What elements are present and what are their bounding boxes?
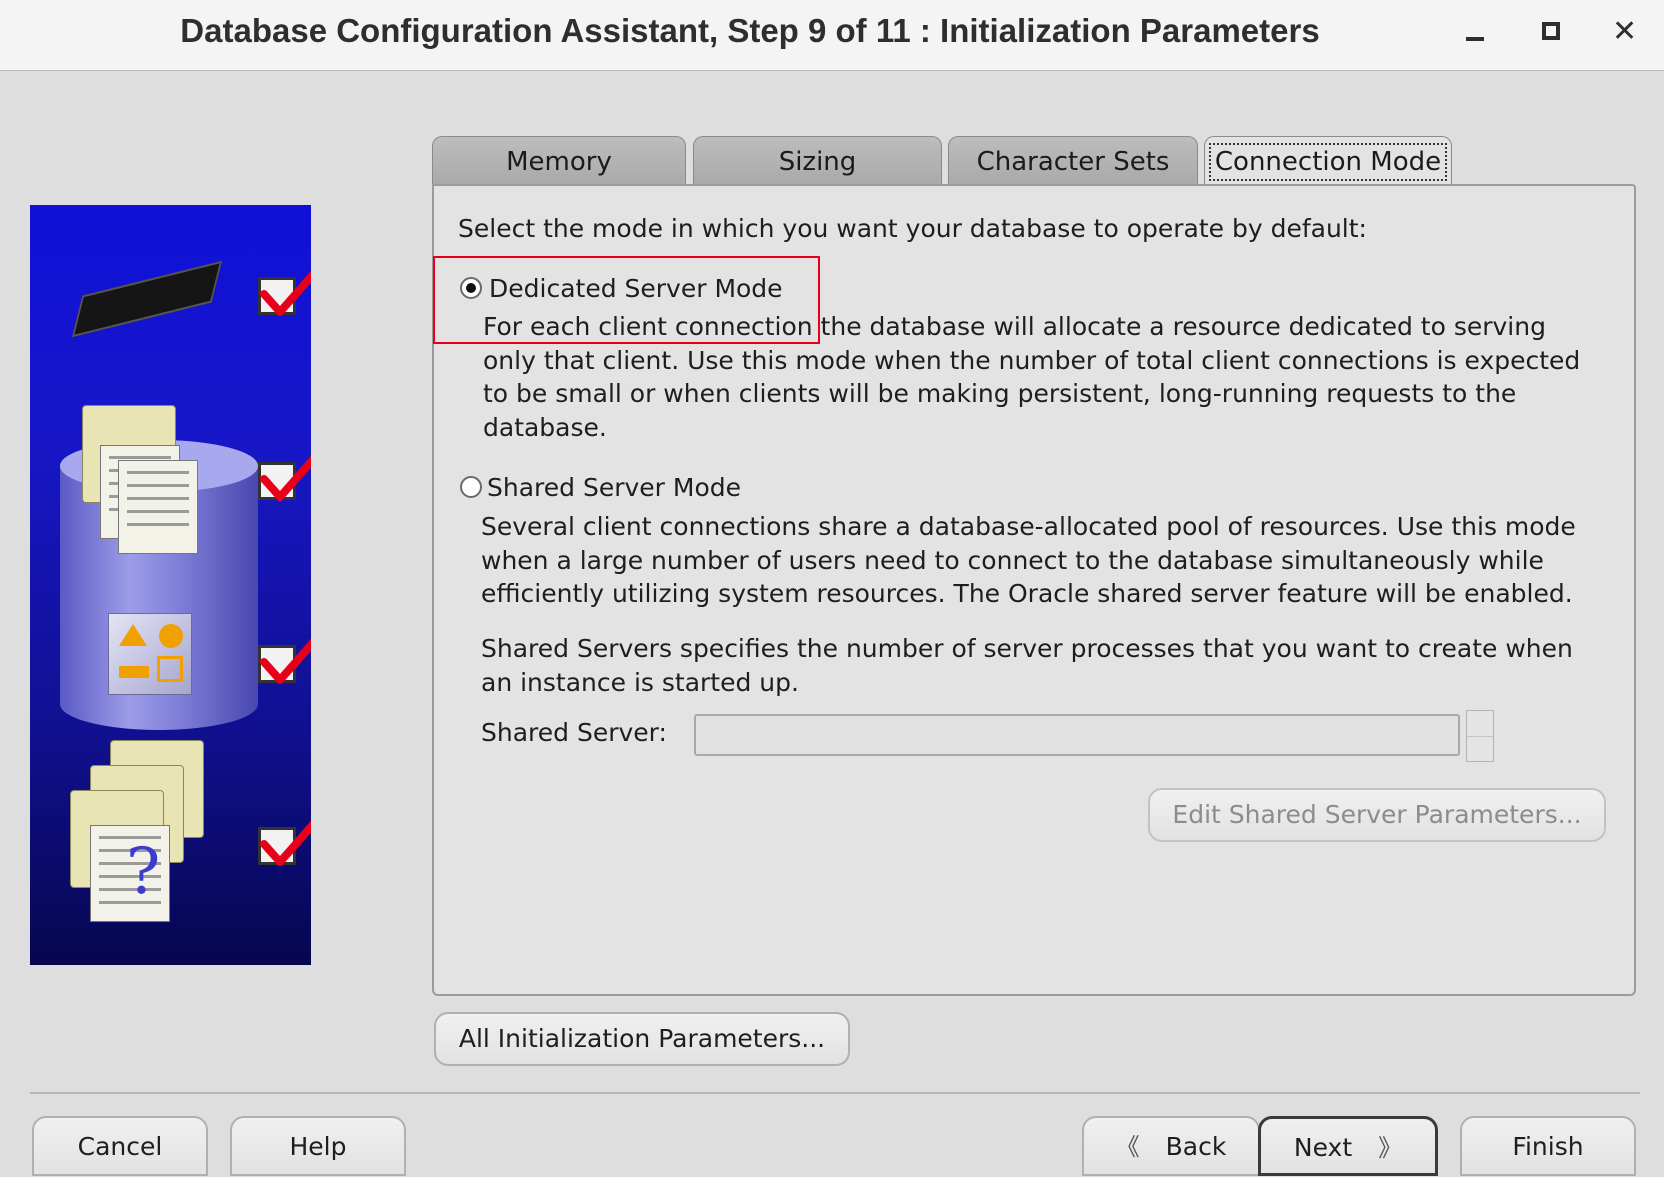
checkbox-checked-icon xyxy=(258,638,311,684)
shared-server-description: Several client connections share a datab… xyxy=(481,512,1576,608)
next-button-label: Next xyxy=(1293,1133,1353,1162)
back-button[interactable]: 《 Back xyxy=(1082,1116,1260,1176)
shared-server-radio[interactable] xyxy=(460,476,482,498)
checkbox-checked-icon xyxy=(258,455,311,501)
next-button[interactable]: Next 》 xyxy=(1258,1116,1438,1176)
footer-separator xyxy=(30,1092,1640,1094)
question-mark-icon: ? xyxy=(126,835,161,909)
finish-button[interactable]: Finish xyxy=(1460,1116,1636,1176)
shared-server-label[interactable]: Shared Server Mode xyxy=(487,471,741,504)
annotation-highlight-box xyxy=(433,256,820,344)
title-bar: Database Configuration Assistant, Step 9… xyxy=(0,0,1664,71)
tab-sizing[interactable]: Sizing xyxy=(693,136,942,185)
close-icon: ✕ xyxy=(1612,14,1638,49)
shared-servers-note: Shared Servers specifies the number of s… xyxy=(481,634,1573,697)
tab-memory[interactable]: Memory xyxy=(432,136,686,185)
tab-connection-mode-label: Connection Mode xyxy=(1208,143,1448,181)
shared-server-spinner[interactable] xyxy=(1466,710,1494,762)
shared-server-field-label: Shared Server: xyxy=(481,718,667,747)
chevron-left-icon: 《 xyxy=(1115,1133,1140,1161)
prompt-text: Select the mode in which you want your d… xyxy=(458,214,1367,243)
maximize-button[interactable] xyxy=(1526,10,1576,54)
help-button[interactable]: Help xyxy=(230,1116,406,1176)
checkbox-checked-icon xyxy=(258,820,311,866)
tab-connection-mode[interactable]: Connection Mode xyxy=(1204,136,1452,187)
tab-character-sets[interactable]: Character Sets xyxy=(948,136,1198,185)
wizard-illustration: ? xyxy=(30,205,311,965)
shapes-icon xyxy=(108,613,192,695)
window-title: Database Configuration Assistant, Step 9… xyxy=(180,12,1320,49)
all-initialization-parameters-button[interactable]: All Initialization Parameters... xyxy=(434,1012,850,1066)
shared-server-input[interactable] xyxy=(694,714,1460,756)
cancel-button[interactable]: Cancel xyxy=(32,1116,208,1176)
chevron-right-icon: 》 xyxy=(1378,1134,1403,1162)
close-button[interactable]: ✕ xyxy=(1600,10,1650,54)
back-button-label: Back xyxy=(1165,1132,1227,1161)
memory-chip-icon xyxy=(71,260,223,338)
paper-icon xyxy=(118,460,198,554)
edit-shared-server-parameters-button[interactable]: Edit Shared Server Parameters... xyxy=(1148,788,1606,842)
documents-icon xyxy=(82,405,198,554)
minimize-button[interactable] xyxy=(1452,10,1502,54)
checkbox-checked-icon xyxy=(258,270,311,316)
